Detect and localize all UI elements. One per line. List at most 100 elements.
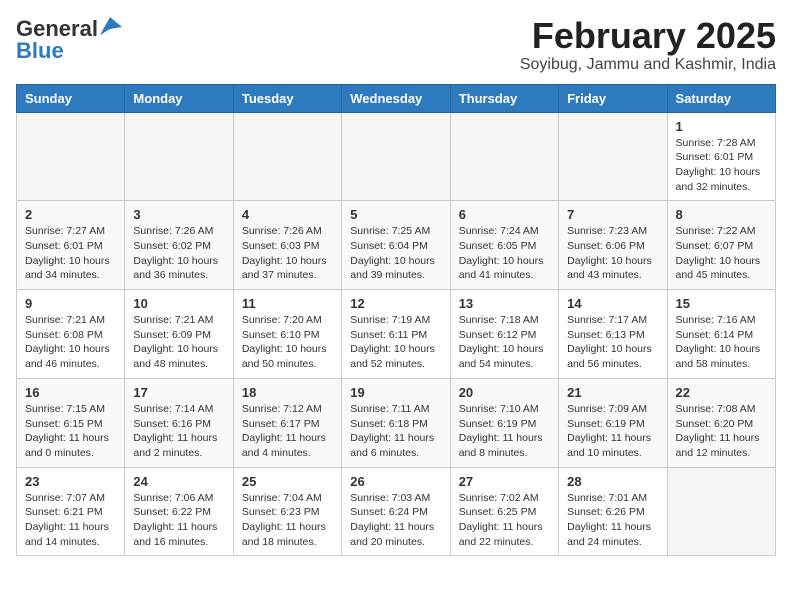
day-header-wednesday: Wednesday [342,84,450,112]
calendar-week-row: 1 Sunrise: 7:28 AM Sunset: 6:01 PM Daylig… [17,112,776,201]
calendar-cell: 15 Sunrise: 7:16 AM Sunset: 6:14 PM Dayli… [667,290,775,379]
day-info: Sunrise: 7:27 AM Sunset: 6:01 PM Dayligh… [25,224,116,283]
day-number: 13 [459,296,550,311]
day-number: 25 [242,474,333,489]
day-number: 24 [133,474,224,489]
day-info: Sunrise: 7:06 AM Sunset: 6:22 PM Dayligh… [133,491,224,550]
day-number: 11 [242,296,333,311]
calendar-cell: 7 Sunrise: 7:23 AM Sunset: 6:06 PM Daylig… [559,201,667,290]
day-number: 23 [25,474,116,489]
calendar-cell: 6 Sunrise: 7:24 AM Sunset: 6:05 PM Daylig… [450,201,558,290]
calendar-cell: 18 Sunrise: 7:12 AM Sunset: 6:17 PM Dayli… [233,378,341,467]
calendar-header-row: SundayMondayTuesdayWednesdayThursdayFrid… [17,84,776,112]
calendar-cell: 21Sunrise: 7:09 AM Sunset: 6:19 PM Dayli… [559,378,667,467]
day-info: Sunrise: 7:20 AM Sunset: 6:10 PM Dayligh… [242,313,333,372]
calendar-week-row: 2Sunrise: 7:27 AM Sunset: 6:01 PM Daylig… [17,201,776,290]
day-info: Sunrise: 7:16 AM Sunset: 6:14 PM Dayligh… [676,313,767,372]
calendar-cell: 8 Sunrise: 7:22 AM Sunset: 6:07 PM Daylig… [667,201,775,290]
calendar-cell [233,112,341,201]
calendar-cell: 3 Sunrise: 7:26 AM Sunset: 6:02 PM Daylig… [125,201,233,290]
calendar-cell: 13Sunrise: 7:18 AM Sunset: 6:12 PM Dayli… [450,290,558,379]
calendar-cell [450,112,558,201]
logo-blue-text: Blue [16,38,64,64]
calendar-cell: 28 Sunrise: 7:01 AM Sunset: 6:26 PM Dayli… [559,467,667,556]
calendar-cell: 9 Sunrise: 7:21 AM Sunset: 6:08 PM Daylig… [17,290,125,379]
calendar-week-row: 9 Sunrise: 7:21 AM Sunset: 6:08 PM Daylig… [17,290,776,379]
calendar-cell: 17Sunrise: 7:14 AM Sunset: 6:16 PM Dayli… [125,378,233,467]
day-number: 6 [459,207,550,222]
calendar-cell: 2Sunrise: 7:27 AM Sunset: 6:01 PM Daylig… [17,201,125,290]
calendar-title: February 2025 [520,16,776,56]
day-info: Sunrise: 7:11 AM Sunset: 6:18 PM Dayligh… [350,402,441,461]
day-number: 20 [459,385,550,400]
day-info: Sunrise: 7:07 AM Sunset: 6:21 PM Dayligh… [25,491,116,550]
day-info: Sunrise: 7:19 AM Sunset: 6:11 PM Dayligh… [350,313,441,372]
day-number: 1 [676,119,767,134]
day-info: Sunrise: 7:21 AM Sunset: 6:09 PM Dayligh… [133,313,224,372]
calendar-cell: 24 Sunrise: 7:06 AM Sunset: 6:22 PM Dayli… [125,467,233,556]
day-info: Sunrise: 7:09 AM Sunset: 6:19 PM Dayligh… [567,402,658,461]
day-info: Sunrise: 7:24 AM Sunset: 6:05 PM Dayligh… [459,224,550,283]
calendar-cell: 19Sunrise: 7:11 AM Sunset: 6:18 PM Dayli… [342,378,450,467]
day-number: 16 [25,385,116,400]
calendar-cell: 20 Sunrise: 7:10 AM Sunset: 6:19 PM Dayli… [450,378,558,467]
day-info: Sunrise: 7:26 AM Sunset: 6:02 PM Dayligh… [133,224,224,283]
day-info: Sunrise: 7:03 AM Sunset: 6:24 PM Dayligh… [350,491,441,550]
day-info: Sunrise: 7:12 AM Sunset: 6:17 PM Dayligh… [242,402,333,461]
calendar-cell: 27Sunrise: 7:02 AM Sunset: 6:25 PM Dayli… [450,467,558,556]
day-info: Sunrise: 7:21 AM Sunset: 6:08 PM Dayligh… [25,313,116,372]
calendar-cell: 4 Sunrise: 7:26 AM Sunset: 6:03 PM Daylig… [233,201,341,290]
day-info: Sunrise: 7:17 AM Sunset: 6:13 PM Dayligh… [567,313,658,372]
calendar-cell: 12 Sunrise: 7:19 AM Sunset: 6:11 PM Dayli… [342,290,450,379]
calendar-cell: 11 Sunrise: 7:20 AM Sunset: 6:10 PM Dayli… [233,290,341,379]
day-info: Sunrise: 7:10 AM Sunset: 6:19 PM Dayligh… [459,402,550,461]
calendar-cell: 25 Sunrise: 7:04 AM Sunset: 6:23 PM Dayli… [233,467,341,556]
day-number: 4 [242,207,333,222]
calendar-cell: 23 Sunrise: 7:07 AM Sunset: 6:21 PM Dayli… [17,467,125,556]
day-number: 7 [567,207,658,222]
day-number: 8 [676,207,767,222]
day-number: 22 [676,385,767,400]
title-block: February 2025 Soyibug, Jammu and Kashmir… [520,16,776,74]
day-info: Sunrise: 7:14 AM Sunset: 6:16 PM Dayligh… [133,402,224,461]
day-number: 5 [350,207,441,222]
day-info: Sunrise: 7:25 AM Sunset: 6:04 PM Dayligh… [350,224,441,283]
calendar-cell: 26 Sunrise: 7:03 AM Sunset: 6:24 PM Dayli… [342,467,450,556]
calendar-cell [559,112,667,201]
day-number: 18 [242,385,333,400]
day-info: Sunrise: 7:23 AM Sunset: 6:06 PM Dayligh… [567,224,658,283]
calendar-cell [125,112,233,201]
day-number: 9 [25,296,116,311]
day-info: Sunrise: 7:04 AM Sunset: 6:23 PM Dayligh… [242,491,333,550]
day-number: 12 [350,296,441,311]
calendar-week-row: 16 Sunrise: 7:15 AM Sunset: 6:15 PM Dayli… [17,378,776,467]
calendar-table: SundayMondayTuesdayWednesdayThursdayFrid… [16,84,776,557]
day-header-friday: Friday [559,84,667,112]
day-info: Sunrise: 7:02 AM Sunset: 6:25 PM Dayligh… [459,491,550,550]
calendar-cell: 16 Sunrise: 7:15 AM Sunset: 6:15 PM Dayli… [17,378,125,467]
day-header-monday: Monday [125,84,233,112]
day-number: 28 [567,474,658,489]
calendar-cell [17,112,125,201]
day-number: 10 [133,296,224,311]
day-number: 26 [350,474,441,489]
day-info: Sunrise: 7:22 AM Sunset: 6:07 PM Dayligh… [676,224,767,283]
day-number: 14 [567,296,658,311]
day-header-saturday: Saturday [667,84,775,112]
calendar-cell: 10 Sunrise: 7:21 AM Sunset: 6:09 PM Dayli… [125,290,233,379]
day-header-tuesday: Tuesday [233,84,341,112]
day-info: Sunrise: 7:01 AM Sunset: 6:26 PM Dayligh… [567,491,658,550]
calendar-week-row: 23 Sunrise: 7:07 AM Sunset: 6:21 PM Dayli… [17,467,776,556]
logo-bird-icon [100,17,122,37]
calendar-cell: 14 Sunrise: 7:17 AM Sunset: 6:13 PM Dayli… [559,290,667,379]
day-info: Sunrise: 7:26 AM Sunset: 6:03 PM Dayligh… [242,224,333,283]
day-info: Sunrise: 7:15 AM Sunset: 6:15 PM Dayligh… [25,402,116,461]
calendar-cell: 5 Sunrise: 7:25 AM Sunset: 6:04 PM Daylig… [342,201,450,290]
day-info: Sunrise: 7:28 AM Sunset: 6:01 PM Dayligh… [676,136,767,195]
calendar-cell: 1 Sunrise: 7:28 AM Sunset: 6:01 PM Daylig… [667,112,775,201]
day-number: 3 [133,207,224,222]
calendar-cell [342,112,450,201]
logo: General Blue [16,16,122,64]
day-number: 15 [676,296,767,311]
page-header: General Blue February 2025 Soyibug, Jamm… [16,16,776,74]
